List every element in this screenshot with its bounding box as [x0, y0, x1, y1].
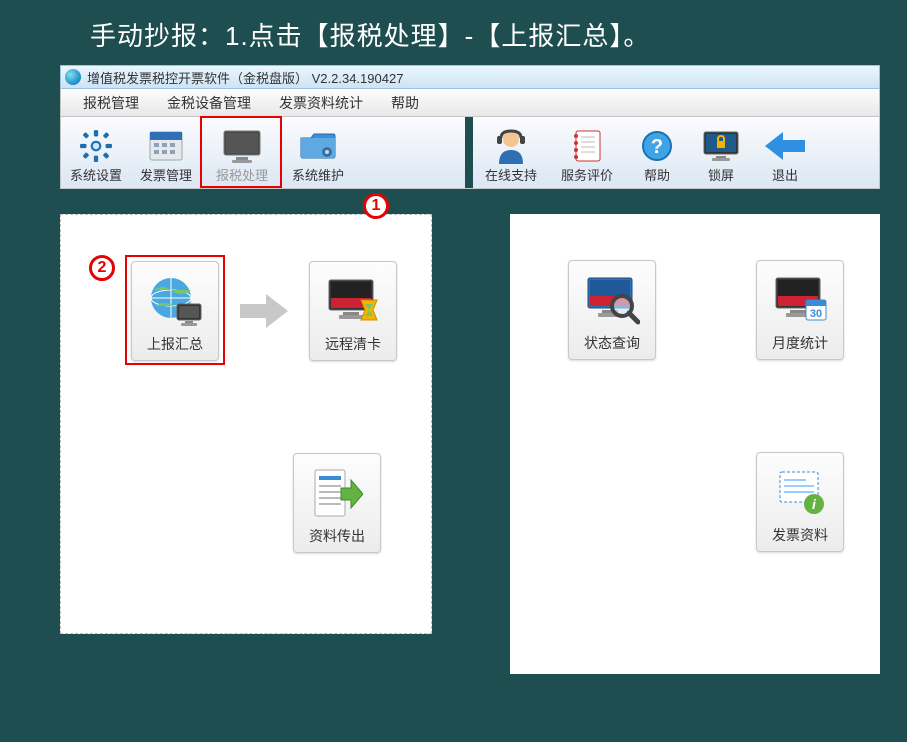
online-support-button[interactable]: 在线支持: [473, 117, 549, 188]
monitor-hourglass-icon: [325, 268, 381, 334]
menu-item-device-management[interactable]: 金税设备管理: [153, 93, 265, 113]
gear-icon: [79, 127, 113, 165]
help-button[interactable]: ? 帮助: [625, 117, 689, 188]
toolbar-button-label: 退出: [772, 165, 798, 184]
tax-processing-panel: 1 2 上报汇总 远程清卡: [60, 214, 432, 634]
toolbar-button-label: 在线支持: [485, 165, 537, 184]
toolbar-left-group: 系统设置 发票管理 报税处理 系统维护: [61, 117, 465, 188]
tile-label: 状态查询: [584, 333, 640, 353]
help-icon: ?: [641, 127, 673, 165]
document-info-icon: i: [774, 459, 826, 525]
lock-screen-button[interactable]: 锁屏: [689, 117, 753, 188]
lock-monitor-icon: [702, 127, 740, 165]
monthly-stats-tile[interactable]: 30 月度统计: [756, 260, 844, 360]
menu-item-help[interactable]: 帮助: [377, 93, 433, 113]
system-maintenance-button[interactable]: 系统维护: [283, 117, 353, 188]
invoice-management-button[interactable]: 发票管理: [131, 117, 201, 188]
service-rating-button[interactable]: 服务评价: [549, 117, 625, 188]
menu-bar: 报税管理 金税设备管理 发票资料统计 帮助: [60, 89, 880, 117]
globe-monitor-icon: [147, 268, 203, 334]
toolbar-button-label: 锁屏: [708, 165, 734, 184]
tile-label: 资料传出: [309, 526, 365, 546]
title-bar: 增值税发票税控开票软件（金税盘版） V2.2.34.190427: [60, 65, 880, 89]
callout-2: 2: [89, 255, 115, 281]
invoice-data-tile[interactable]: i 发票资料: [756, 452, 844, 552]
remote-clear-card-tile[interactable]: 远程清卡: [309, 261, 397, 361]
toolbar: 系统设置 发票管理 报税处理 系统维护: [60, 117, 880, 189]
tax-processing-button[interactable]: 报税处理: [201, 117, 283, 188]
monitor-calendar-icon: 30: [772, 267, 828, 333]
toolbar-separator: [465, 117, 473, 188]
folder-gear-icon: [299, 127, 337, 165]
notebook-icon: [572, 127, 602, 165]
toolbar-button-label: 帮助: [644, 165, 670, 184]
monitor-magnifier-icon: [584, 267, 640, 333]
arrow-right-icon: [239, 294, 289, 328]
support-person-icon: [494, 127, 528, 165]
tile-label: 上报汇总: [147, 334, 203, 354]
content-area: 1 2 上报汇总 远程清卡: [60, 214, 880, 674]
document-export-icon: [311, 460, 363, 526]
app-logo-icon: [65, 69, 81, 85]
tile-label: 远程清卡: [325, 334, 381, 354]
right-panel: 状态查询 30 月度统计 i 发票资料: [510, 214, 880, 674]
toolbar-button-label: 系统维护: [292, 165, 344, 184]
tile-label: 月度统计: [772, 333, 828, 353]
calendar-icon: [149, 127, 183, 165]
toolbar-button-label: 服务评价: [561, 165, 613, 184]
toolbar-button-label: 发票管理: [140, 165, 192, 184]
system-settings-button[interactable]: 系统设置: [61, 117, 131, 188]
app-window: 增值税发票税控开票软件（金税盘版） V2.2.34.190427 报税管理 金税…: [60, 65, 880, 189]
back-arrow-icon: [765, 127, 805, 165]
upload-summary-tile[interactable]: 上报汇总: [131, 261, 219, 361]
status-query-tile[interactable]: 状态查询: [568, 260, 656, 360]
menu-item-tax-management[interactable]: 报税管理: [69, 93, 153, 113]
tile-label: 发票资料: [772, 525, 828, 545]
svg-text:?: ?: [651, 136, 663, 158]
menu-item-invoice-statistics[interactable]: 发票资料统计: [265, 93, 377, 113]
svg-text:30: 30: [810, 308, 822, 320]
data-export-tile[interactable]: 资料传出: [293, 453, 381, 553]
callout-1: 1: [363, 193, 389, 219]
title-bar-text: 增值税发票税控开票软件（金税盘版） V2.2.34.190427: [87, 68, 403, 87]
instruction-text: 手动抄报：1.点击【报税处理】-【上报汇总】。: [0, 0, 907, 65]
exit-button[interactable]: 退出: [753, 117, 817, 188]
callout-box-1: [200, 116, 282, 188]
toolbar-right-group: 在线支持 服务评价 ? 帮助 锁屏: [473, 117, 879, 188]
toolbar-button-label: 系统设置: [70, 165, 122, 184]
